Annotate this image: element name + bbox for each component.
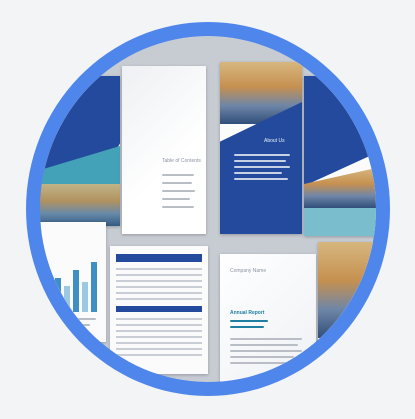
about-heading: About Us [264,138,285,144]
circle-badge-icon [328,342,342,356]
spread-top-right-left-page: About Us [220,62,302,234]
spread-bottom-left-left-page [40,222,106,342]
toc-title: Table of Contents [162,158,201,164]
spread-bottom-right-left-page: Company Name Annual Report [220,254,316,382]
brochure-thumbnail[interactable]: Table of Contents About Us Company Name … [0,0,415,419]
cover-title: Company Name [230,268,267,274]
spread-top-right-right-page [304,76,376,236]
spread-top-left-right-page: Table of Contents [122,66,206,234]
spread-top-left-left-page [40,76,120,226]
spread-bottom-left-right-page [110,246,208,374]
report-headline: Annual Report [230,310,265,316]
brochure-spread-collage: Table of Contents About Us Company Name … [40,36,376,382]
spread-bottom-right-right-page [318,242,376,382]
